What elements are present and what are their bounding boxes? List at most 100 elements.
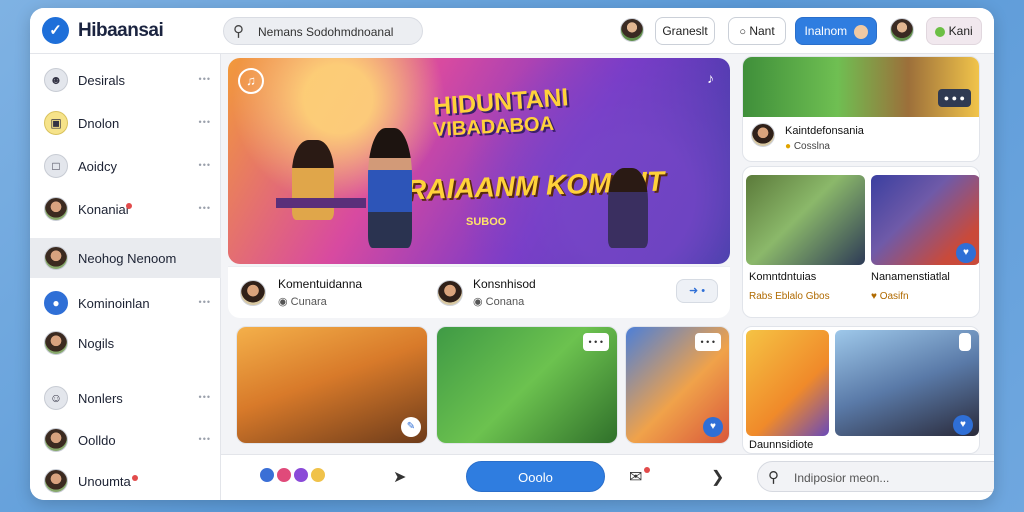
more-chip[interactable] <box>959 333 971 351</box>
grid-card-4[interactable]: ♥ Daunnsidiote <box>742 326 980 454</box>
hero-footer: Komentuidanna ◉ Cunara Konsnhisod ◉ Cona… <box>228 266 730 318</box>
box-icon: ▣ <box>44 111 68 135</box>
heart-icon[interactable]: ♥ <box>703 417 723 437</box>
more-icon[interactable]: ••• <box>199 160 211 170</box>
sidebar-item-label: Neohog Nenoom <box>78 251 177 266</box>
avatar-icon <box>44 428 68 452</box>
more-icon[interactable]: ••• <box>199 297 211 307</box>
sidebar-item-desirals[interactable]: ☻ Desirals ••• <box>30 60 221 100</box>
grid-card-1[interactable]: ✎ <box>236 326 428 444</box>
reaction-icons[interactable] <box>259 467 326 486</box>
hero-headline-4: SUBOO <box>466 216 507 228</box>
hero-footer-right-sub: ◉ Conana <box>473 296 525 308</box>
sidebar-item-aoidcy[interactable]: □ Aoidcy ••• <box>30 146 221 186</box>
more-icon[interactable]: ••• <box>199 392 211 402</box>
search-icon: ⚲ <box>768 469 779 486</box>
more-icon[interactable]: ••• <box>199 74 211 84</box>
header-button-3[interactable]: Inalnom <box>795 17 877 45</box>
hero-footer-left-sub-text: Cunara <box>290 296 327 308</box>
heart-icon <box>275 467 292 483</box>
primary-button[interactable]: Ooolo <box>466 461 605 492</box>
header-button-4[interactable]: Kani <box>926 17 982 45</box>
photo-cartoon-2 <box>746 330 829 436</box>
avatar-icon <box>44 331 68 355</box>
header-button-3-label: Inalnom <box>804 24 848 38</box>
hero-banner[interactable]: ♫ ♪ HIDUNTANI VIBADABOA RAIAANM KOMNIIT … <box>228 58 730 264</box>
notification-dot <box>132 475 138 481</box>
sidebar-item-nogils[interactable]: Nogils <box>30 323 221 363</box>
right-top-card-title: Kaintdefonsania <box>785 125 864 137</box>
bottom-toolbar: ➤ Ooolo ✉ ❯ ⚲ Indiposior meon... <box>221 454 994 500</box>
more-icon[interactable]: ••• <box>199 203 211 213</box>
check-icon[interactable]: ✓ <box>42 17 69 44</box>
hero-person-center <box>368 128 412 248</box>
notification-icon[interactable]: ✉ <box>629 467 651 487</box>
sidebar-item-kominoinlan[interactable]: ● Kominoinlan ••• <box>30 283 221 323</box>
sidebar-item-nonlers[interactable]: ☺ Nonlers ••• <box>30 378 221 418</box>
hero-person-left <box>292 140 334 220</box>
notification-dot <box>644 467 651 473</box>
square-icon: □ <box>44 154 68 178</box>
search-bar[interactable]: ⚲ Nemans Sodohmdnoanal <box>223 17 423 45</box>
sidebar-item-dnolon[interactable]: ▣ Dnolon ••• <box>30 103 221 143</box>
user-avatar[interactable] <box>620 18 644 42</box>
group-icon <box>44 469 68 493</box>
photo-gathering <box>237 327 427 443</box>
search-icon: ⚲ <box>233 23 244 40</box>
author-avatar[interactable] <box>240 280 266 306</box>
send-icon[interactable]: ❯ <box>711 467 724 487</box>
top-header: ✓ Hibaansai ⚲ Nemans Sodohmdnoanal Grane… <box>30 8 994 54</box>
hero-footer-right-sub-text: Conana <box>485 296 525 308</box>
grid-card-4-title: Daunnsidiote <box>749 439 814 451</box>
grid-card-3[interactable]: • • • ♥ <box>625 326 730 444</box>
sticker-icon: ● <box>785 141 792 152</box>
music-badge-icon[interactable]: ♫ <box>238 68 264 94</box>
search-text: Nemans Sodohmdnoanal <box>258 25 394 39</box>
right-card-2-sub: ♥ Oasifn <box>871 291 909 302</box>
smile-icon <box>309 467 326 483</box>
header-button-2[interactable]: ○ Nant <box>728 17 786 45</box>
more-icon[interactable]: ••• <box>199 117 211 127</box>
grid-card-2[interactable]: • • • <box>436 326 618 444</box>
profile-avatar[interactable] <box>890 18 914 42</box>
avatar-icon <box>853 24 868 39</box>
globe-icon: ● <box>44 291 68 315</box>
right-top-card-sub: ● Cosslna <box>785 141 830 152</box>
author-avatar[interactable] <box>437 280 463 306</box>
avatar-icon <box>44 246 68 270</box>
hero-footer-right-title: Konsnhisod <box>473 277 536 291</box>
heart-icon[interactable]: ♥ <box>956 243 976 263</box>
sidebar-item-unoumta[interactable]: Unoumta <box>30 461 221 500</box>
app-title: Hibaansai <box>78 20 164 41</box>
right-top-card[interactable]: ● ● ● Kaintdefonsania ● Cosslna <box>742 56 980 162</box>
group-photo <box>743 57 979 117</box>
globe-icon <box>935 26 946 37</box>
heart-icon[interactable]: ♥ <box>953 415 973 435</box>
sidebar-item-oolldo[interactable]: Oolldo ••• <box>30 420 221 460</box>
circle-icon: ○ <box>739 26 746 38</box>
avatar-icon <box>44 197 68 221</box>
sidebar-item-neohog-nenoom[interactable]: Neohog Nenoom <box>30 238 221 278</box>
search-placeholder: Indiposior meon... <box>794 471 890 485</box>
sticker-icon[interactable]: ✎ <box>401 417 421 437</box>
sidebar-item-label: Konanial <box>78 202 129 217</box>
more-chip[interactable]: • • • <box>694 333 721 351</box>
author-avatar[interactable] <box>751 123 775 147</box>
sidebar-item-label: Nonlers <box>78 391 123 406</box>
bottom-search-bar[interactable]: ⚲ Indiposior meon... <box>757 461 994 492</box>
notification-dot <box>126 203 132 209</box>
sidebar-item-konanial[interactable]: Konanial ••• <box>30 189 221 229</box>
user-circle-icon: ☻ <box>44 68 68 92</box>
sidebar-item-label: Nogils <box>78 336 115 351</box>
header-button-1[interactable]: Graneslt <box>655 17 715 45</box>
more-chip[interactable]: • • • <box>582 333 609 351</box>
right-card-1-sub: Rabs Eblalo Gbos <box>749 291 830 302</box>
right-middle-panel: ♥ Komntdntuias Rabs Eblalo Gbos Nanamens… <box>742 166 980 318</box>
photo-discussion[interactable] <box>746 175 865 265</box>
share-button[interactable]: ➜ • <box>676 279 718 303</box>
photo-chip[interactable]: ● ● ● <box>937 89 971 107</box>
more-icon[interactable]: ••• <box>199 434 211 444</box>
header-button-4-label: Kani <box>948 24 973 38</box>
hero-person-right <box>608 168 648 248</box>
share-icon[interactable]: ➤ <box>393 467 406 487</box>
